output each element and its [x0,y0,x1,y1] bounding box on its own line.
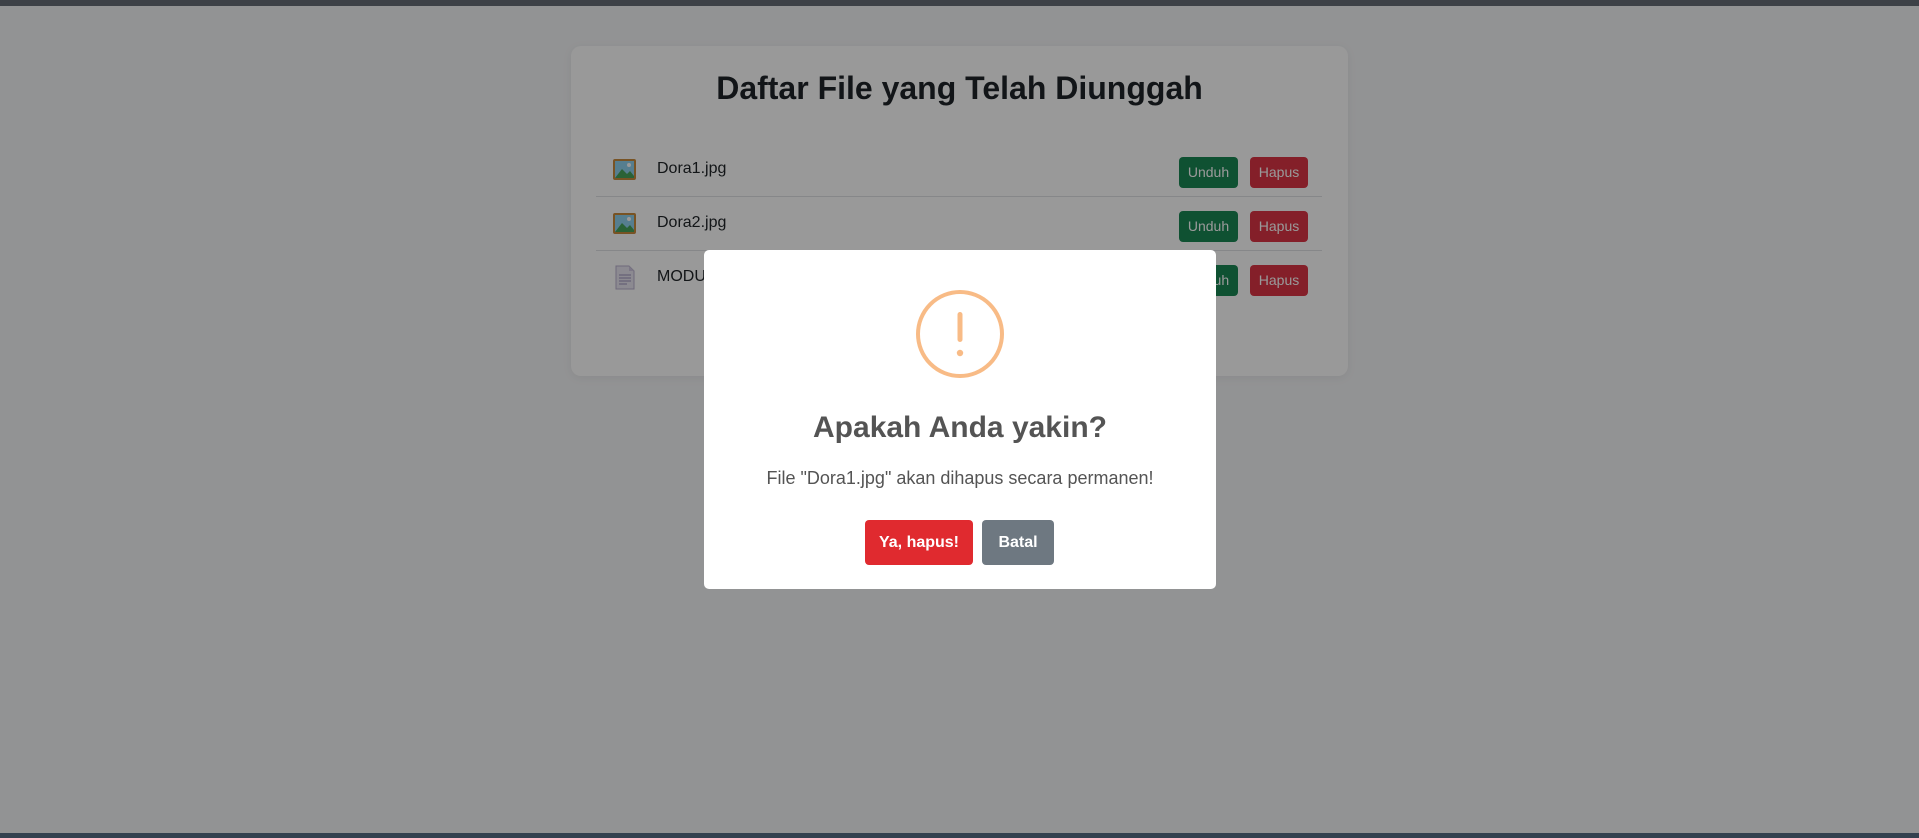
dialog-title: Apakah Anda yakin? [813,411,1107,444]
warning-icon [916,290,1004,378]
cancel-button[interactable]: Batal [982,520,1054,565]
browser-top-strip [0,0,1919,6]
confirm-delete-dialog: Apakah Anda yakin? File "Dora1.jpg" akan… [704,250,1216,589]
taskbar-strip [0,833,1919,838]
confirm-delete-button[interactable]: Ya, hapus! [865,520,973,565]
dialog-message: File "Dora1.jpg" akan dihapus secara per… [766,468,1154,488]
dialog-actions: Ya, hapus! Batal [704,520,1216,565]
